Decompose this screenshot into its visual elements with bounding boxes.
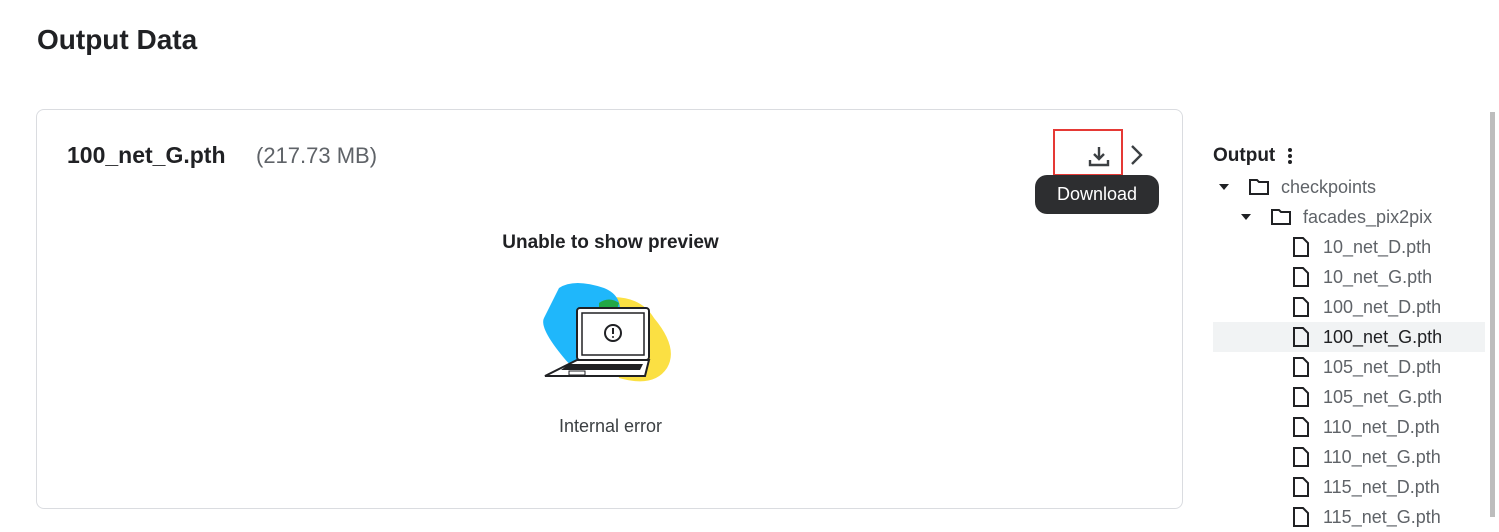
file-tree: Output checkpoints facades_pix2pix 10_ne… (1213, 140, 1485, 532)
download-tooltip: Download (1035, 175, 1159, 214)
file-label: 110_net_G.pth (1323, 446, 1441, 467)
download-icon (1088, 147, 1110, 167)
more-vert-icon[interactable] (1287, 147, 1293, 165)
file-icon (1293, 507, 1309, 527)
tree-file[interactable]: 115_net_G.pth (1213, 502, 1485, 532)
tree-file[interactable]: 110_net_D.pth (1213, 412, 1485, 442)
file-icon (1293, 387, 1309, 407)
folder-label: checkpoints (1281, 176, 1377, 197)
file-icon (1293, 357, 1309, 377)
file-size: (217.73 MB) (256, 143, 378, 168)
caret-down-icon[interactable] (1219, 184, 1229, 190)
file-icon (1293, 327, 1309, 347)
tree-file[interactable]: 115_net_D.pth (1213, 472, 1485, 502)
folder-label: facades_pix2pix (1303, 206, 1433, 227)
folder-icon (1249, 179, 1269, 195)
file-label: 110_net_D.pth (1323, 416, 1440, 437)
file-label: 100_net_D.pth (1323, 296, 1442, 317)
file-icon (1293, 237, 1309, 257)
tree-title: Output (1213, 145, 1276, 166)
folder-icon (1271, 209, 1291, 225)
scrollbar[interactable] (1490, 112, 1495, 517)
tree-folder-checkpoints[interactable]: checkpoints (1213, 172, 1485, 202)
file-label: 10_net_D.pth (1323, 236, 1432, 257)
tree-file[interactable]: 110_net_G.pth (1213, 442, 1485, 472)
file-label: 100_net_G.pth (1323, 326, 1443, 347)
file-icon (1293, 267, 1309, 287)
tree-file[interactable]: 105_net_G.pth (1213, 382, 1485, 412)
file-label: 115_net_D.pth (1323, 476, 1440, 497)
file-label: 105_net_G.pth (1323, 386, 1443, 407)
file-icon (1293, 297, 1309, 317)
tree-folder-facades-pix2pix[interactable]: facades_pix2pix (1213, 202, 1485, 232)
page-title: Output Data (37, 24, 198, 55)
file-icon (1293, 477, 1309, 497)
download-button[interactable] (1053, 129, 1123, 176)
tree-file[interactable]: 100_net_D.pth (1213, 292, 1485, 322)
tree-file[interactable]: 10_net_G.pth (1213, 262, 1485, 292)
file-label: 105_net_D.pth (1323, 356, 1442, 377)
file-name: 100_net_G.pth (67, 142, 226, 168)
file-icon (1293, 417, 1309, 437)
tree-file[interactable]: 10_net_D.pth (1213, 232, 1485, 262)
laptop-error-illustration (543, 283, 671, 382)
file-label: 10_net_G.pth (1323, 266, 1433, 287)
tree-file[interactable]: 105_net_D.pth (1213, 352, 1485, 382)
file-preview-card: 100_net_G.pth (217.73 MB) Download Unabl… (36, 109, 1183, 509)
file-icon (1293, 447, 1309, 467)
tree-file[interactable]: 100_net_G.pth (1213, 322, 1485, 352)
chevron-right-icon[interactable] (1129, 144, 1145, 166)
caret-down-icon[interactable] (1241, 214, 1251, 220)
preview-error-message: Internal error (558, 416, 663, 436)
file-label: 115_net_G.pth (1323, 506, 1441, 527)
preview-title: Unable to show preview (502, 232, 719, 253)
